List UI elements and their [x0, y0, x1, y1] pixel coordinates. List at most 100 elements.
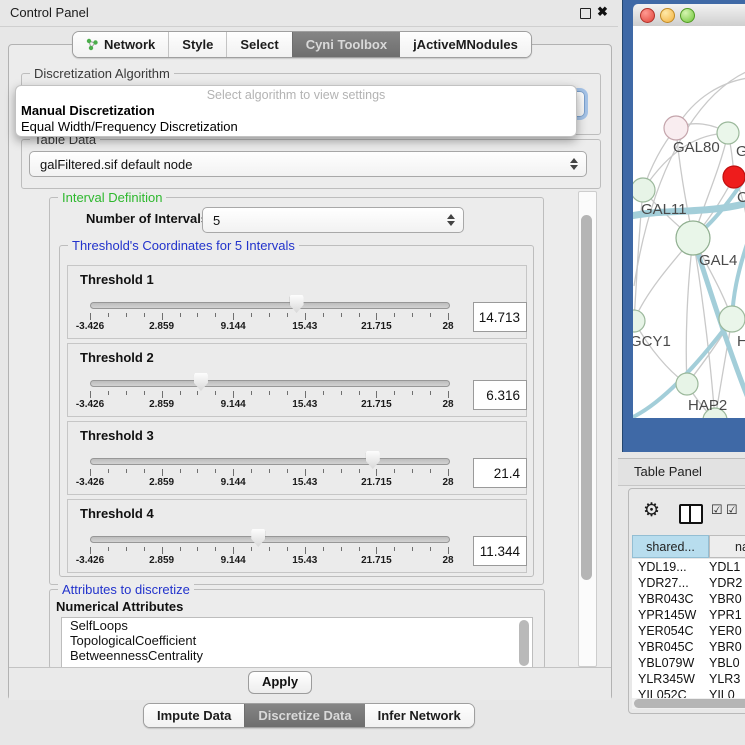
- zoom-traffic-light-icon[interactable]: [680, 8, 695, 23]
- table-row[interactable]: YIL052CYIL0: [632, 687, 745, 698]
- tab-impute-data[interactable]: Impute Data: [144, 704, 244, 727]
- network-edge: [676, 78, 745, 128]
- slider-thumb[interactable]: [194, 373, 208, 391]
- columns-icon[interactable]: [679, 504, 703, 524]
- close-traffic-light-icon[interactable]: [640, 8, 655, 23]
- tick-label: 2.859: [137, 477, 187, 488]
- panel-scrollbar[interactable]: [578, 191, 597, 667]
- table-row[interactable]: YDL19...YDL1: [632, 559, 745, 575]
- tab-infer-network[interactable]: Infer Network: [365, 704, 474, 727]
- minor-tick: [215, 313, 216, 317]
- tick-label: 15.43: [280, 399, 330, 410]
- minimize-traffic-light-icon[interactable]: [660, 8, 675, 23]
- minor-tick: [180, 313, 181, 317]
- table-row[interactable]: YBR045CYBR0: [632, 639, 745, 655]
- table-cell: YBL0: [709, 655, 745, 671]
- network-node[interactable]: [633, 178, 655, 202]
- tick-label: 9.144: [208, 399, 258, 410]
- network-node[interactable]: [633, 310, 645, 332]
- tab-label: Infer Network: [378, 708, 461, 723]
- minor-tick: [394, 313, 395, 317]
- tab-network[interactable]: Network: [73, 32, 168, 57]
- table-column-header-2[interactable]: na: [709, 535, 745, 558]
- interval-definition-group-title: Interval Definition: [58, 190, 166, 205]
- minor-tick: [197, 313, 198, 317]
- threshold-value-field[interactable]: 14.713: [473, 302, 527, 332]
- table-data-combo-value: galFiltered.sif default node: [40, 157, 192, 172]
- numerical-attributes-list[interactable]: SelfLoopsTopologicalCoefficientBetweenne…: [61, 617, 533, 669]
- list-scrollbar-thumb[interactable]: [519, 620, 529, 666]
- slider-thumb[interactable]: [290, 295, 304, 313]
- network-node[interactable]: [664, 116, 688, 140]
- network-node-label: GAL80: [673, 139, 720, 156]
- network-window-titlebar[interactable]: [633, 4, 745, 27]
- minor-tick: [269, 313, 270, 317]
- network-node[interactable]: [676, 373, 698, 395]
- tab-select[interactable]: Select: [226, 32, 291, 57]
- panel-scrollbar-thumb[interactable]: [581, 215, 592, 580]
- threshold-value-field[interactable]: 11.344: [473, 536, 527, 566]
- threshold-value-field[interactable]: 6.316: [473, 380, 527, 410]
- table-cell: YDR2: [709, 575, 745, 591]
- table-row[interactable]: YLR345WYLR3: [632, 671, 745, 687]
- cyni-toolbox-panel: Discretization Algorithm Select algorith…: [8, 44, 612, 700]
- table-horizontal-scrollbar[interactable]: [632, 698, 745, 709]
- network-canvas[interactable]: GAL80GACGAL11GAL4GCY1HHAP2: [633, 26, 745, 418]
- apply-button[interactable]: Apply: [248, 671, 312, 694]
- table-cell: YBR043C: [632, 591, 709, 607]
- table-row[interactable]: YBL079WYBL0: [632, 655, 745, 671]
- attribute-item-topologicalcoefficient[interactable]: TopologicalCoefficient: [62, 633, 532, 648]
- tab-discretize-data[interactable]: Discretize Data: [244, 704, 364, 727]
- network-node-label: GCY1: [633, 333, 671, 350]
- network-node[interactable]: [676, 221, 710, 255]
- table-panel-title: Table Panel: [634, 464, 702, 479]
- dropdown-option-equal-width-frequency-discretization[interactable]: Equal Width/Frequency Discretization: [21, 119, 238, 134]
- threshold-label: Threshold 3: [80, 428, 154, 443]
- major-tick: [162, 469, 163, 476]
- threshold-block-1: Threshold 1-3.4262.8599.14415.4321.71528…: [67, 265, 527, 339]
- major-tick: [233, 547, 234, 554]
- table-row[interactable]: YDR27...YDR2: [632, 575, 745, 591]
- minor-tick: [287, 313, 288, 317]
- slider-thumb[interactable]: [251, 529, 265, 547]
- checkbox-icon[interactable]: ☑: [726, 502, 738, 518]
- attribute-item-selfloops[interactable]: SelfLoops: [62, 618, 532, 633]
- network-node[interactable]: [717, 122, 739, 144]
- gear-icon[interactable]: ⚙: [643, 499, 660, 522]
- slider-track[interactable]: [90, 536, 450, 543]
- tick-label: 21.715: [351, 477, 401, 488]
- network-node[interactable]: [723, 166, 745, 188]
- minor-tick: [144, 313, 145, 317]
- tab-jactivemnodules[interactable]: jActiveMNodules: [400, 32, 531, 57]
- checkbox-icon[interactable]: ☑: [711, 502, 723, 518]
- attribute-item-betweennesscentrality[interactable]: BetweennessCentrality: [62, 648, 532, 663]
- threshold-value-field[interactable]: 21.4: [473, 458, 527, 488]
- network-node[interactable]: [719, 306, 745, 332]
- minor-tick: [323, 469, 324, 473]
- table-column-header-1[interactable]: shared...: [632, 535, 709, 558]
- slider-thumb[interactable]: [366, 451, 380, 469]
- network-node-label: H: [737, 333, 745, 350]
- minor-tick: [144, 469, 145, 473]
- number-of-intervals-combo[interactable]: 5: [202, 207, 464, 233]
- table-row[interactable]: YER054CYER0: [632, 623, 745, 639]
- float-window-icon[interactable]: [580, 8, 591, 19]
- panel-title: Control Panel: [10, 5, 89, 20]
- dropdown-option-manual-discretization[interactable]: Manual Discretization: [21, 103, 155, 118]
- minor-tick: [412, 469, 413, 473]
- table-row[interactable]: YPR145WYPR1: [632, 607, 745, 623]
- table-row[interactable]: YBR043CYBR0: [632, 591, 745, 607]
- slider-track[interactable]: [90, 380, 450, 387]
- algorithm-dropdown-popup: Select algorithm to view settings Manual…: [15, 85, 577, 137]
- close-icon[interactable]: ✖: [597, 4, 608, 20]
- minor-tick: [269, 391, 270, 395]
- slider-track[interactable]: [90, 458, 450, 465]
- tab-cyni-toolbox[interactable]: Cyni Toolbox: [292, 32, 400, 57]
- threshold-label: Threshold 1: [80, 272, 154, 287]
- slider-track[interactable]: [90, 302, 450, 309]
- table-data-combo[interactable]: galFiltered.sif default node: [29, 151, 587, 177]
- major-tick: [376, 313, 377, 320]
- table-horizontal-scrollbar-thumb[interactable]: [634, 699, 745, 708]
- tab-style[interactable]: Style: [168, 32, 226, 57]
- minor-tick: [359, 469, 360, 473]
